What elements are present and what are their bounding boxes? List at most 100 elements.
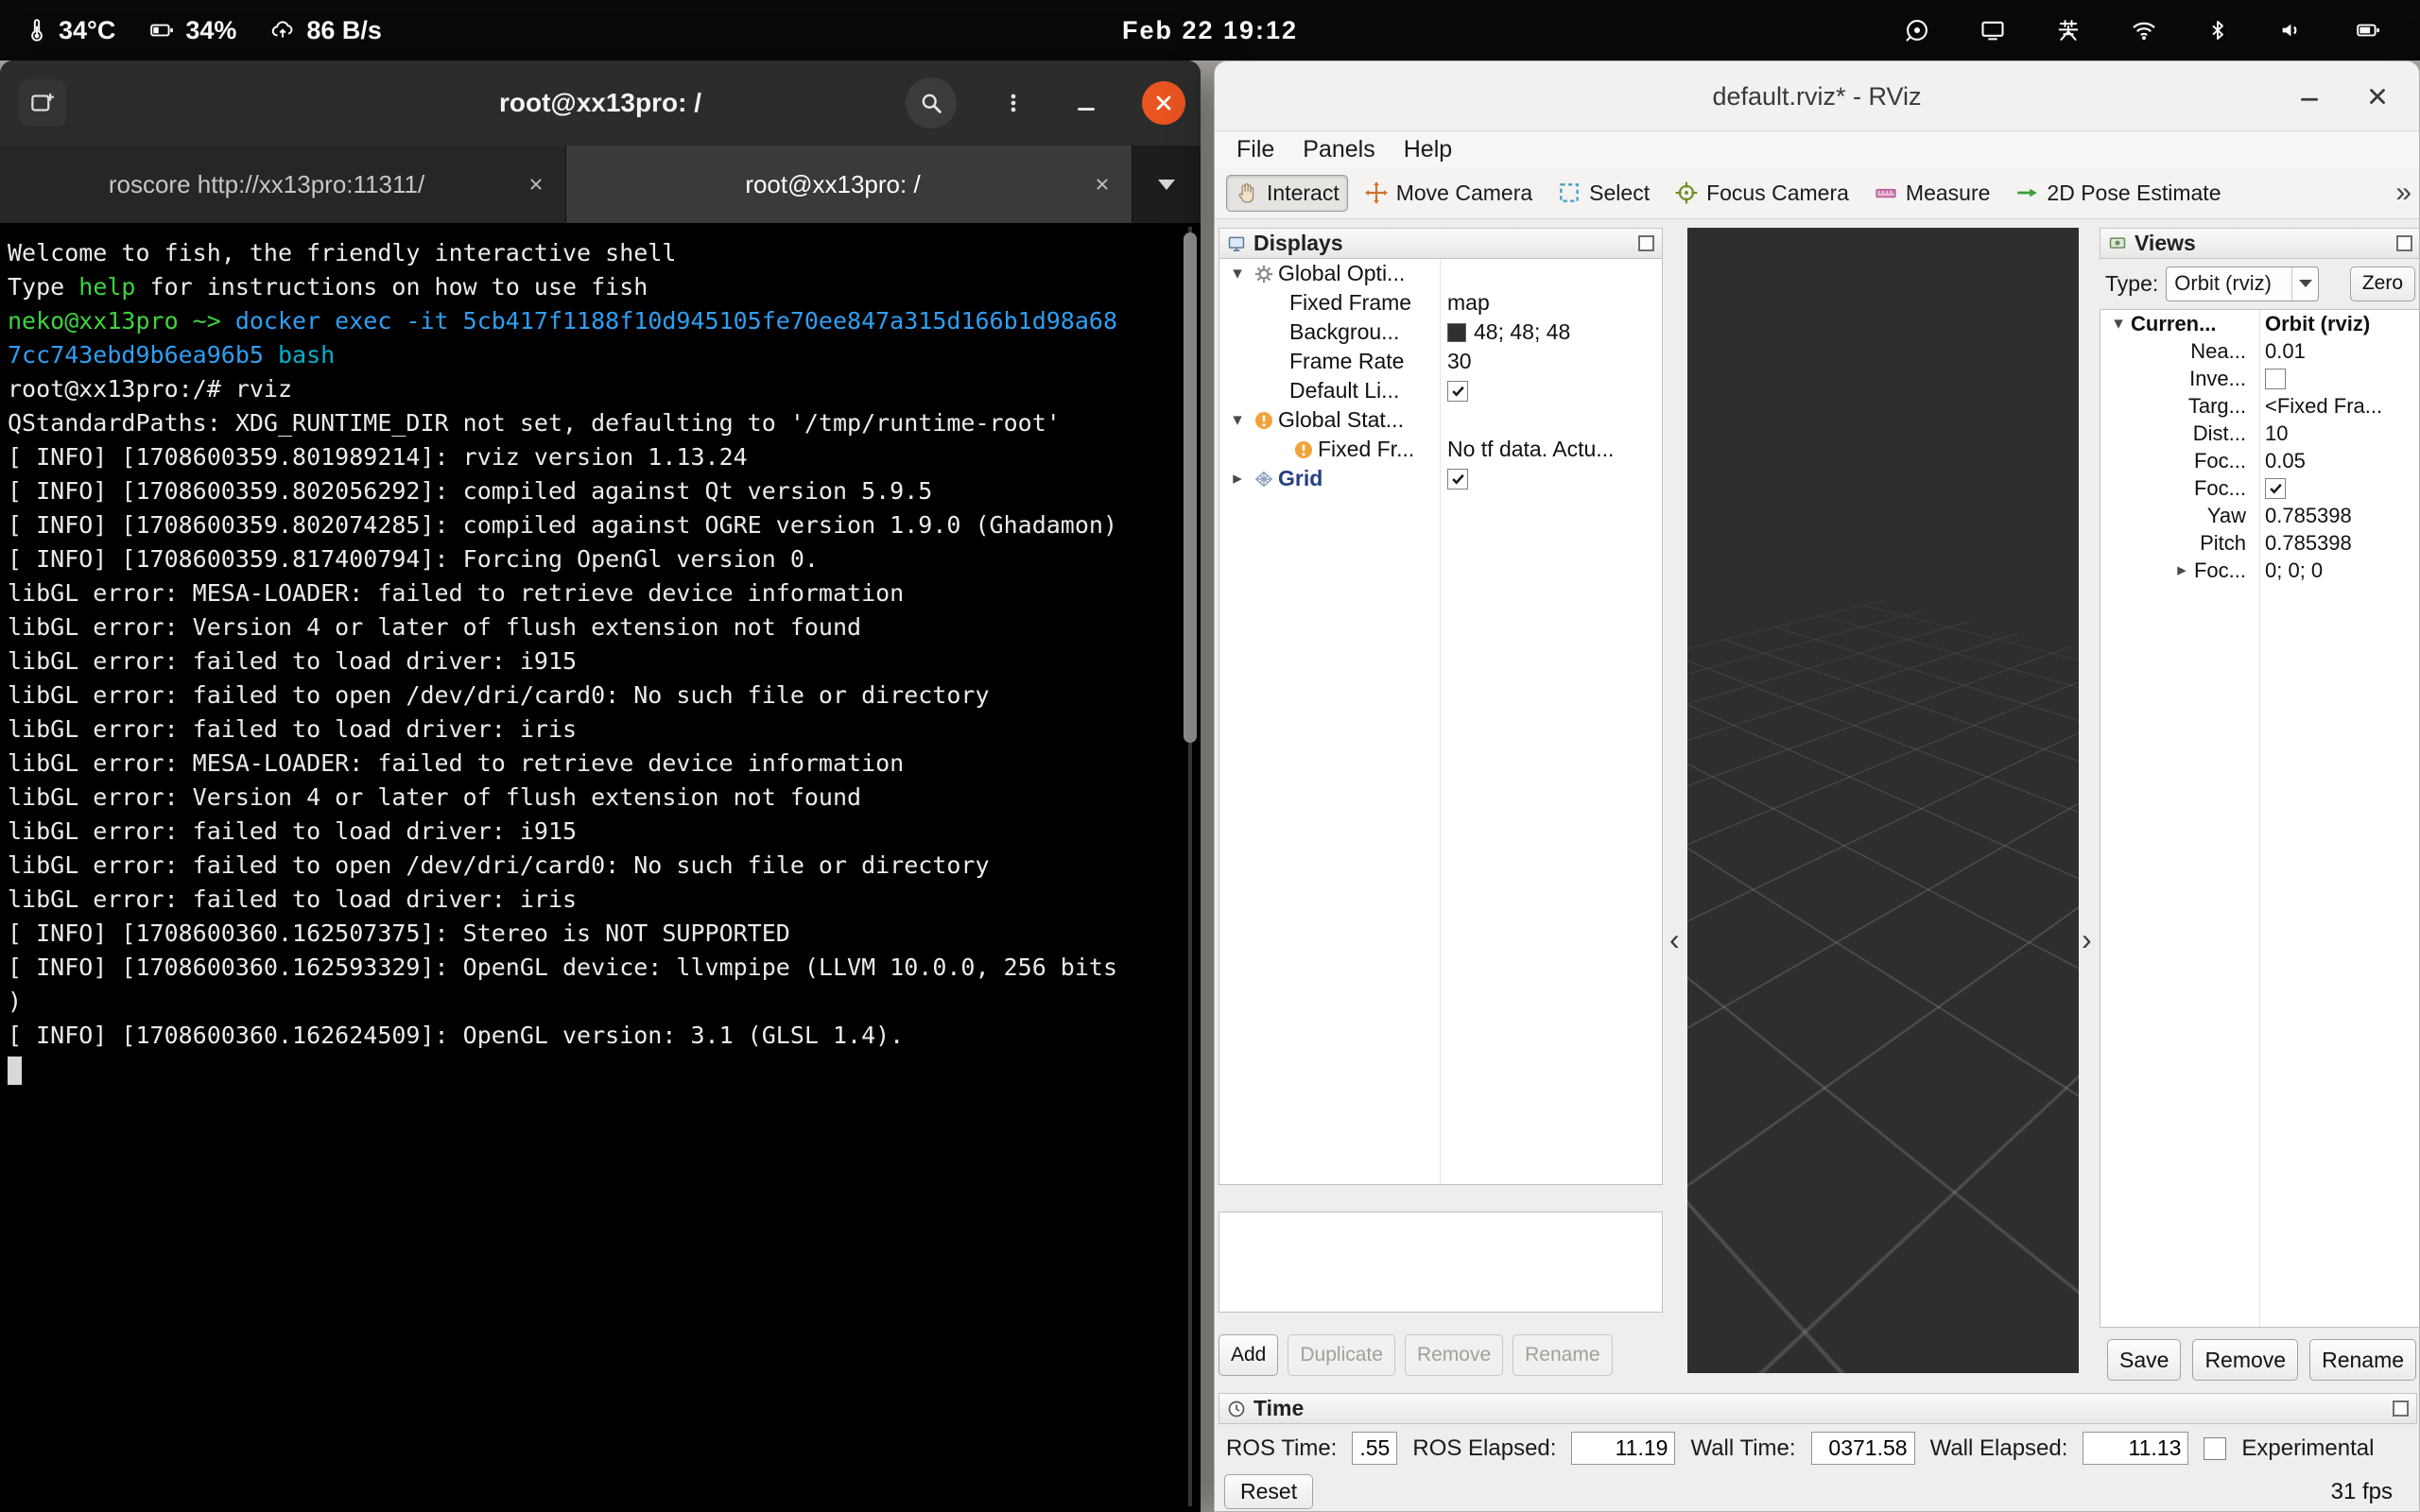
displays-panel-header[interactable]: Displays xyxy=(1219,228,1663,259)
remove-button[interactable]: Remove xyxy=(1405,1334,1503,1376)
view-type-dropdown[interactable]: Orbit (rviz) xyxy=(2166,266,2319,301)
duplicate-button[interactable]: Duplicate xyxy=(1288,1334,1395,1376)
rviz-minimize-button[interactable] xyxy=(2281,61,2338,131)
splitter-collapse-right[interactable]: › xyxy=(2082,924,2092,954)
property-value[interactable]: 10 xyxy=(2265,421,2288,446)
expander-open-icon[interactable]: ▾ xyxy=(1225,409,1250,431)
time-field-input[interactable] xyxy=(1352,1432,1397,1465)
tab-switcher-dropdown[interactable] xyxy=(1132,146,1201,223)
expander-open-icon[interactable]: ▾ xyxy=(1225,263,1250,284)
expander-open-icon[interactable]: ▾ xyxy=(2106,313,2131,335)
terminal-tab[interactable]: root@xx13pro: / xyxy=(566,146,1132,223)
tool-interact-button[interactable]: Interact xyxy=(1226,175,1348,212)
property-value[interactable] xyxy=(2265,478,2286,499)
time-field-input[interactable] xyxy=(1571,1432,1675,1465)
tree-row[interactable]: Frame Rate30 xyxy=(1219,347,1662,376)
ime-en-icon[interactable] xyxy=(2055,17,2082,43)
property-value[interactable] xyxy=(1447,381,1468,402)
terminal-output[interactable]: Welcome to fish, the friendly interactiv… xyxy=(0,225,1201,1512)
tree-row[interactable]: Inve... xyxy=(2100,365,2420,392)
property-value[interactable] xyxy=(2265,369,2286,389)
tree-row[interactable]: Foc... xyxy=(2100,474,2420,502)
checkbox[interactable] xyxy=(2204,1437,2226,1460)
tab-close-icon[interactable] xyxy=(1086,174,1118,195)
tree-row[interactable]: Yaw0.785398 xyxy=(2100,502,2420,529)
property-value[interactable]: 30 xyxy=(1447,349,1472,374)
property-value[interactable]: 0.05 xyxy=(2265,449,2306,473)
save-button[interactable]: Save xyxy=(2107,1339,2181,1381)
zero-button[interactable]: Zero xyxy=(2350,266,2415,301)
remove-button[interactable]: Remove xyxy=(2192,1339,2298,1381)
tool-focus-camera-button[interactable]: Focus Camera xyxy=(1666,175,1858,212)
property-value[interactable]: <Fixed Fra... xyxy=(2265,394,2382,419)
rename-button[interactable]: Rename xyxy=(1512,1334,1612,1376)
tree-row[interactable]: Nea...0.01 xyxy=(2100,337,2420,365)
toolbar-overflow-icon[interactable]: » xyxy=(2395,177,2411,209)
tool-select-button[interactable]: Select xyxy=(1548,175,1658,212)
terminal-scrollbar[interactable] xyxy=(1182,227,1199,1506)
float-panel-icon[interactable] xyxy=(1638,235,1654,251)
splitter-collapse-left[interactable]: ‹ xyxy=(1669,924,1680,954)
checkbox[interactable] xyxy=(1447,469,1468,490)
property-value[interactable]: map xyxy=(1447,290,1490,316)
3d-viewport[interactable] xyxy=(1687,228,2079,1373)
tree-row[interactable]: Dist...10 xyxy=(2100,420,2420,447)
tree-row[interactable]: ▸Foc...0; 0; 0 xyxy=(2100,557,2420,584)
expander-closed-icon[interactable]: ▸ xyxy=(2169,559,2194,581)
menu-help[interactable]: Help xyxy=(1390,136,1466,163)
volume-icon[interactable] xyxy=(2278,17,2305,43)
tree-row[interactable]: Fixed Framemap xyxy=(1219,288,1662,318)
property-value[interactable]: 0.01 xyxy=(2265,339,2306,364)
terminal-header-bar[interactable]: root@xx13pro: / xyxy=(0,60,1201,146)
minimize-button[interactable] xyxy=(1070,77,1104,129)
checkbox[interactable] xyxy=(1447,381,1468,402)
checkbox[interactable] xyxy=(2265,369,2286,389)
tree-row[interactable]: ▾Curren...Orbit (rviz) xyxy=(2100,310,2420,337)
menu-button[interactable] xyxy=(994,77,1032,129)
battery-icon[interactable] xyxy=(2354,18,2382,43)
tree-row[interactable]: ▾Global Opti... xyxy=(1219,259,1662,288)
terminal-tab[interactable]: roscore http://xx13pro:11311/ xyxy=(0,146,566,223)
menu-file[interactable]: File xyxy=(1222,136,1288,163)
float-panel-icon[interactable] xyxy=(2396,235,2412,251)
tree-row[interactable]: ▾Global Stat... xyxy=(1219,405,1662,435)
tree-row[interactable]: ▸Grid xyxy=(1219,464,1662,493)
bluetooth-icon[interactable] xyxy=(2206,17,2229,43)
property-value[interactable]: No tf data. Actu... xyxy=(1447,437,1614,462)
tree-row[interactable]: Default Li... xyxy=(1219,376,1662,405)
rviz-close-button[interactable] xyxy=(2349,61,2406,131)
tree-row[interactable]: Targ...<Fixed Fra... xyxy=(2100,392,2420,420)
tool-measure-button[interactable]: Measure xyxy=(1865,175,1998,212)
search-button[interactable] xyxy=(906,77,957,129)
tree-row[interactable]: Foc...0.05 xyxy=(2100,447,2420,474)
scrollbar-thumb[interactable] xyxy=(1184,232,1197,743)
tool-2d-pose-estimate-button[interactable]: 2D Pose Estimate xyxy=(2006,175,2229,212)
checkbox[interactable] xyxy=(2265,478,2286,499)
expander-closed-icon[interactable]: ▸ xyxy=(1225,468,1250,490)
tree-row[interactable]: Backgrou...48; 48; 48 xyxy=(1219,318,1662,347)
time-panel-header[interactable]: Time xyxy=(1219,1393,2417,1424)
screencast-icon[interactable] xyxy=(1904,17,1930,43)
wifi-icon[interactable] xyxy=(2131,17,2157,43)
time-field-input[interactable] xyxy=(2083,1432,2188,1465)
property-value[interactable]: 0; 0; 0 xyxy=(2265,558,2323,583)
tab-close-icon[interactable] xyxy=(520,174,552,195)
property-value[interactable] xyxy=(1447,469,1468,490)
float-panel-icon[interactable] xyxy=(2393,1400,2409,1417)
display-icon[interactable] xyxy=(1979,17,2006,43)
property-value[interactable]: 48; 48; 48 xyxy=(1447,319,1570,345)
close-button[interactable] xyxy=(1142,81,1185,125)
rename-button[interactable]: Rename xyxy=(2309,1339,2416,1381)
property-value[interactable]: Orbit (rviz) xyxy=(2265,312,2370,336)
time-field-input[interactable] xyxy=(1811,1432,1915,1465)
property-value[interactable]: 0.785398 xyxy=(2265,504,2352,528)
reset-button[interactable]: Reset xyxy=(1224,1474,1313,1509)
tree-row[interactable]: Fixed Fr...No tf data. Actu... xyxy=(1219,435,1662,464)
rviz-title-bar[interactable]: default.rviz* - RViz xyxy=(1215,61,2419,131)
tree-row[interactable]: Pitch0.785398 xyxy=(2100,529,2420,557)
menu-panels[interactable]: Panels xyxy=(1288,136,1389,163)
views-panel-header[interactable]: Views xyxy=(2100,228,2420,259)
property-value[interactable]: 0.785398 xyxy=(2265,531,2352,556)
tool-move-camera-button[interactable]: Move Camera xyxy=(1356,175,1541,212)
dropdown-arrow[interactable] xyxy=(2291,267,2318,301)
